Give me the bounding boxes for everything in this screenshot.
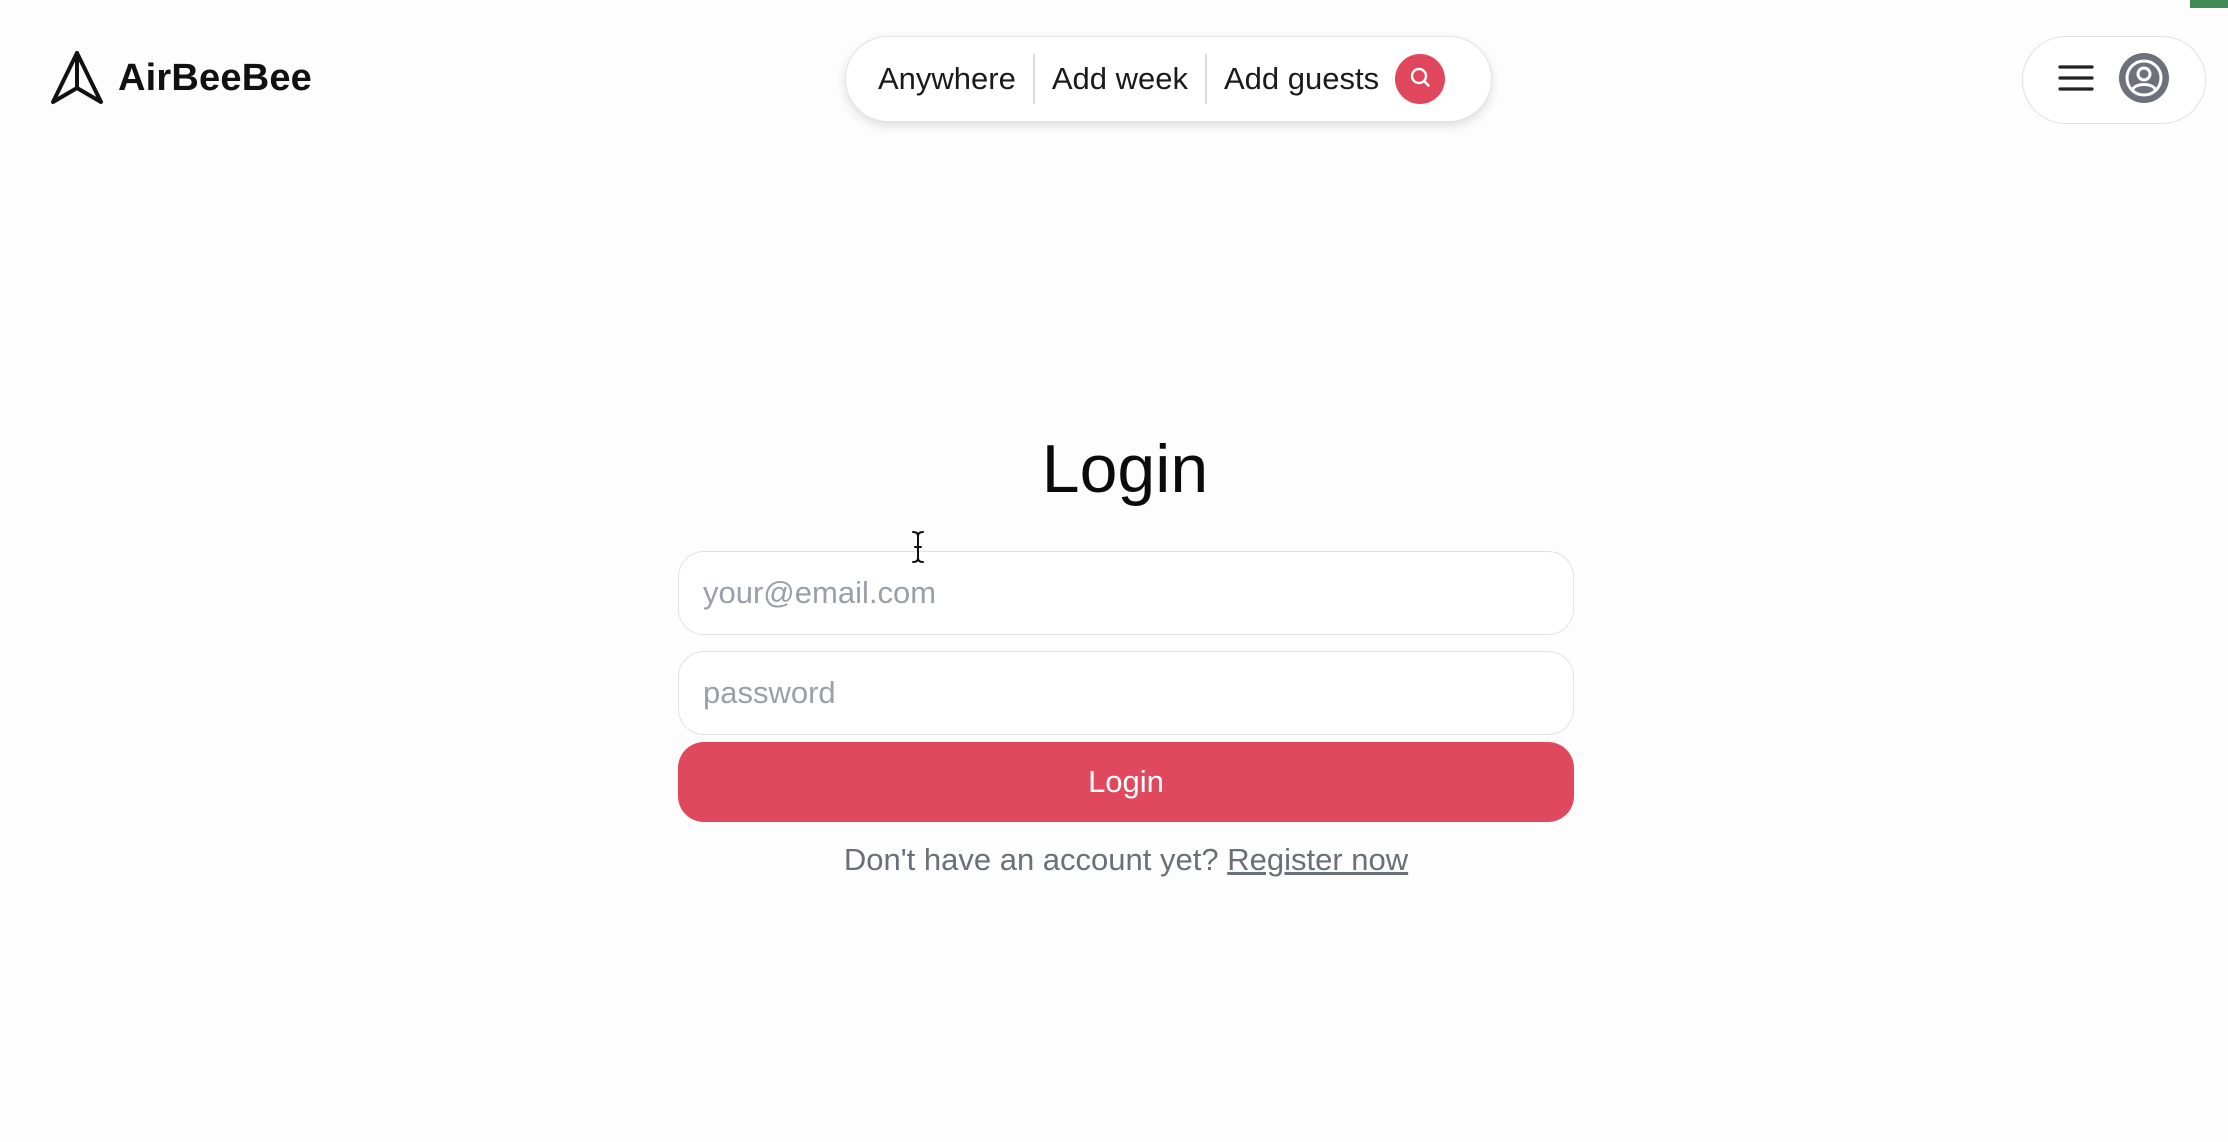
register-link[interactable]: Register now bbox=[1227, 842, 1408, 877]
corner-indicator bbox=[2190, 0, 2228, 8]
password-field[interactable] bbox=[678, 651, 1574, 735]
user-avatar-icon bbox=[2118, 52, 2170, 109]
search-divider bbox=[1032, 54, 1035, 104]
paper-plane-icon bbox=[50, 50, 104, 106]
text-cursor-icon bbox=[911, 530, 925, 569]
user-menu-button[interactable] bbox=[2022, 36, 2206, 124]
search-week[interactable]: Add week bbox=[1052, 61, 1188, 97]
email-field[interactable] bbox=[678, 551, 1574, 635]
register-prompt-line: Don't have an account yet? Register now bbox=[0, 842, 2228, 878]
search-guests[interactable]: Add guests bbox=[1224, 61, 1379, 97]
brand-name: AirBeeBee bbox=[118, 56, 313, 99]
search-where[interactable]: Anywhere bbox=[878, 61, 1016, 97]
search-icon bbox=[1408, 65, 1432, 94]
brand-logo[interactable]: AirBeeBee bbox=[50, 50, 312, 106]
hamburger-menu-icon bbox=[2058, 64, 2094, 97]
page: AirBeeBee Anywhere Add week Add guests L… bbox=[0, 0, 2228, 1142]
search-button[interactable] bbox=[1395, 54, 1446, 104]
page-title: Login bbox=[1041, 431, 1209, 507]
login-button[interactable]: Login bbox=[678, 742, 1574, 822]
search-divider bbox=[1205, 54, 1207, 104]
register-prompt-text: Don't have an account yet? bbox=[843, 842, 1219, 877]
search-bar[interactable]: Anywhere Add week Add guests bbox=[845, 36, 1492, 122]
